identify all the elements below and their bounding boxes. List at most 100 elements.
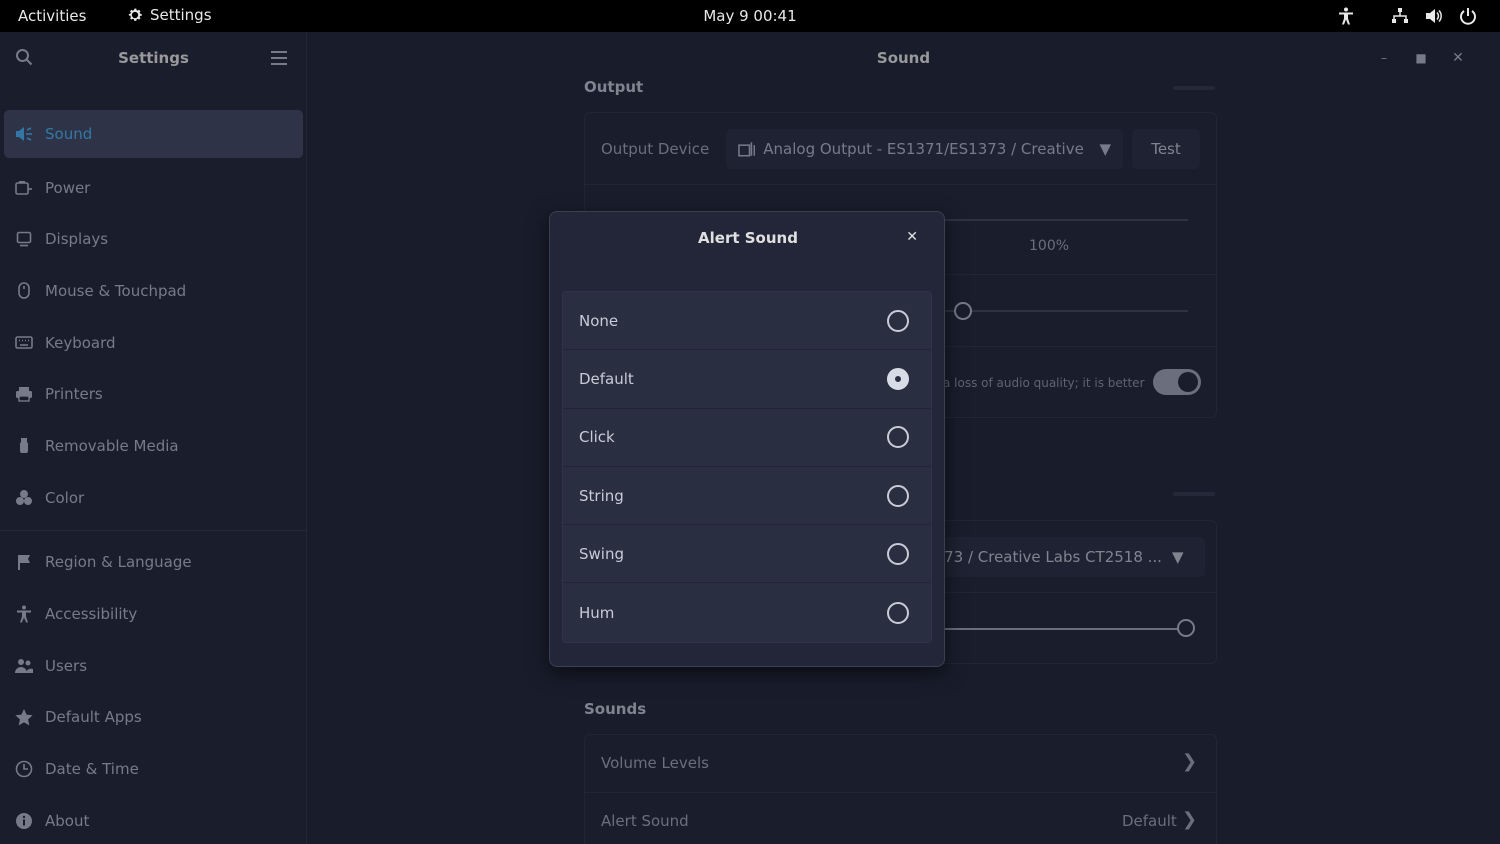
sidebar: Settings Sound Power Displays Mouse & To… (0, 32, 307, 844)
color-icon (14, 488, 34, 508)
option-label: Click (579, 428, 615, 447)
option-label: Default (579, 369, 634, 388)
maximize-icon[interactable]: ■ (1413, 50, 1429, 66)
system-tray[interactable] (1336, 6, 1478, 26)
sidebar-item-label: About (45, 811, 90, 830)
mouse-icon (14, 281, 34, 301)
output-device-dropdown[interactable]: Analog Output - ES1371/ES1373 / Creative… (726, 129, 1123, 169)
scroll-indicator (1173, 86, 1215, 90)
alert-sound-dialog: Alert Sound ✕ None Default Click String … (549, 211, 945, 667)
radio-button[interactable] (887, 309, 909, 332)
input-volume-slider[interactable] (925, 628, 1183, 630)
sidebar-header: Settings (0, 32, 306, 84)
sidebar-item-region-language[interactable]: Region & Language (0, 537, 307, 589)
info-icon (14, 811, 34, 831)
header-bar: Sound – ■ ✕ (307, 32, 1500, 84)
sounds-card: Volume Levels ❯ Alert Sound Default ❯ (584, 734, 1217, 844)
minimize-icon[interactable]: – (1376, 50, 1392, 66)
alert-option-none[interactable]: None (563, 292, 931, 351)
sidebar-item-about[interactable]: About (0, 795, 307, 844)
printer-icon (14, 384, 34, 404)
radio-button[interactable] (887, 542, 909, 565)
keyboard-icon (14, 333, 34, 353)
sidebar-item-users[interactable]: Users (0, 640, 307, 692)
sidebar-title: Settings (118, 49, 189, 67)
sidebar-item-keyboard[interactable]: Keyboard (0, 317, 307, 369)
usb-icon (14, 436, 34, 456)
audio-card-icon (738, 142, 756, 157)
sidebar-divider (0, 529, 307, 531)
gear-icon (128, 8, 142, 21)
accessibility-icon[interactable] (1336, 6, 1356, 26)
sidebar-item-label: Removable Media (45, 436, 179, 455)
clock-icon (14, 759, 34, 779)
power-icon[interactable] (1458, 6, 1478, 26)
input-volume-slider-knob[interactable] (1177, 619, 1195, 637)
output-device-value: Analog Output - ES1371/ES1373 / Creative… (763, 140, 1090, 158)
accessibility-icon (14, 604, 34, 624)
overamplification-toggle[interactable] (1153, 369, 1201, 395)
network-icon[interactable] (1390, 6, 1410, 26)
sidebar-item-printers[interactable]: Printers (0, 368, 307, 420)
scroll-indicator (1173, 492, 1215, 496)
sidebar-item-date-time[interactable]: Date & Time (0, 743, 307, 795)
sidebar-item-displays[interactable]: Displays (0, 213, 307, 265)
alert-option-string[interactable]: String (563, 466, 931, 526)
sidebar-item-label: Mouse & Touchpad (45, 281, 187, 300)
app-menu[interactable]: Settings (126, 6, 212, 24)
activities-button[interactable]: Activities (18, 7, 86, 25)
alert-option-hum[interactable]: Hum (563, 583, 931, 642)
alert-option-swing[interactable]: Swing (563, 525, 931, 584)
sidebar-item-label: Users (45, 656, 88, 675)
sidebar-item-mouse-touchpad[interactable]: Mouse & Touchpad (0, 265, 307, 317)
alert-option-click[interactable]: Click (563, 408, 931, 467)
sidebar-item-label: Keyboard (45, 333, 116, 352)
volume-icon[interactable] (1424, 6, 1444, 26)
speaker-icon (14, 124, 34, 144)
sidebar-item-label: Default Apps (45, 708, 142, 727)
balance-slider-knob[interactable] (954, 302, 972, 320)
app-menu-label: Settings (150, 6, 212, 24)
balance-slider[interactable] (945, 310, 1188, 312)
sidebar-item-color[interactable]: Color (0, 472, 307, 524)
chevron-down-icon: ▼ (1171, 548, 1184, 566)
sidebar-item-label: Sound (45, 125, 93, 143)
sidebar-item-removable-media[interactable]: Removable Media (0, 420, 307, 472)
option-label: Hum (579, 603, 615, 622)
sidebar-nav: Sound Power Displays Mouse & Touchpad Ke… (0, 110, 307, 844)
sidebar-item-label: Date & Time (45, 760, 139, 779)
top-bar: Activities Settings May 9 00:41 (0, 0, 1500, 32)
chevron-down-icon: ▼ (1099, 140, 1111, 158)
volume-percent-label: 100% (1029, 238, 1070, 254)
alert-option-default[interactable]: Default (563, 350, 931, 409)
flag-icon (14, 552, 34, 572)
users-icon (14, 656, 34, 676)
output-device-row: Output Device Analog Output - ES1371/ES1… (585, 113, 1216, 185)
battery-icon (14, 178, 34, 198)
alert-sound-value: Default (1122, 812, 1177, 830)
radio-button-selected[interactable] (887, 367, 909, 390)
output-volume-slider[interactable] (945, 219, 1188, 221)
close-icon[interactable]: ✕ (906, 229, 918, 245)
hamburger-menu-icon[interactable] (270, 50, 288, 70)
sidebar-item-power[interactable]: Power (0, 162, 307, 214)
page-title: Sound (876, 49, 931, 67)
output-section-label: Output (584, 78, 644, 96)
radio-button[interactable] (887, 601, 909, 624)
option-label: String (579, 486, 624, 505)
volume-levels-row[interactable]: Volume Levels ❯ (585, 735, 1216, 793)
sidebar-item-label: Region & Language (45, 553, 192, 572)
dialog-title: Alert Sound (698, 229, 798, 247)
option-label: Swing (579, 544, 624, 563)
sidebar-item-sound[interactable]: Sound (4, 110, 303, 158)
radio-button[interactable] (887, 426, 909, 449)
clock[interactable]: May 9 00:41 (703, 7, 796, 25)
test-button[interactable]: Test (1132, 129, 1200, 169)
alert-sound-row[interactable]: Alert Sound Default ❯ (585, 793, 1216, 844)
sidebar-item-accessibility[interactable]: Accessibility (0, 588, 307, 640)
close-icon[interactable]: ✕ (1450, 50, 1466, 66)
input-device-dropdown[interactable]: 1373 / Creative Labs CT2518 ... ▼ (925, 537, 1205, 577)
radio-button[interactable] (887, 484, 909, 507)
output-device-label: Output Device (601, 140, 710, 158)
sidebar-item-default-apps[interactable]: Default Apps (0, 692, 307, 744)
